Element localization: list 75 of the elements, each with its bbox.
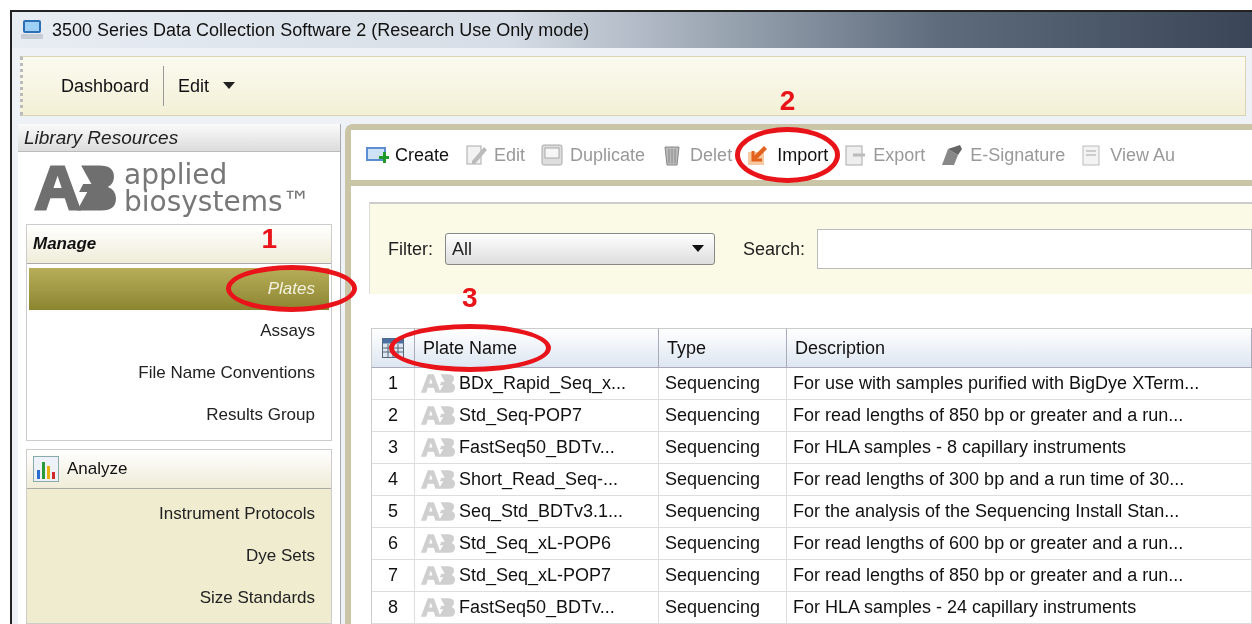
plate-name: BDx_Rapid_Seq_x... xyxy=(459,373,627,394)
section-title: Analyze xyxy=(67,459,128,479)
table-cell: Sequencing xyxy=(659,560,787,592)
row-number: 4 xyxy=(371,464,415,496)
logo-icon xyxy=(421,470,455,489)
bar-chart-icon xyxy=(33,456,59,482)
panel-title: Library Resources xyxy=(18,124,340,153)
caret-icon xyxy=(692,245,704,253)
export-icon xyxy=(843,143,868,167)
table-cell: Sequencing xyxy=(659,528,787,560)
table-cell: Sequencing xyxy=(659,496,787,528)
caret-icon xyxy=(223,82,236,90)
table-cell: For read lengths of 300 bp and a run time of 30... xyxy=(787,464,1252,496)
table-cell: Sequencing xyxy=(659,592,787,624)
nav-item[interactable]: Dye Sets xyxy=(29,535,329,577)
logo-text: applied biosystems™ xyxy=(124,161,311,216)
plate-name: FastSeq50_BDTv... xyxy=(459,437,615,458)
table-cell: Sequencing xyxy=(659,368,787,400)
menu-button[interactable]: Dashboard xyxy=(47,66,164,106)
table-cell: For HLA samples - 8 capillary instruments xyxy=(787,432,1252,464)
row-number: 2 xyxy=(371,400,415,432)
callout-number: 2 xyxy=(779,87,796,115)
pencil-icon xyxy=(464,143,489,167)
search-label: Search: xyxy=(743,238,806,260)
nav-item[interactable]: Assays xyxy=(29,310,329,352)
menu-button[interactable]: Edit xyxy=(164,66,250,106)
logo-icon xyxy=(421,438,455,457)
column-header[interactable]: Type xyxy=(659,328,787,368)
plate-name: Seq_Std_BDTv3.1... xyxy=(459,501,624,522)
logo-icon xyxy=(421,566,455,585)
table-cell: For use with samples purified with BigDye XTerm... xyxy=(787,368,1252,400)
logo-icon xyxy=(421,502,455,521)
app-icon xyxy=(20,19,44,41)
column-header[interactable]: Plate Name xyxy=(415,328,659,368)
plate-name: Std_Seq_xL-POP6 xyxy=(459,533,612,554)
row-number: 1 xyxy=(371,368,415,400)
toolbar-button[interactable]: Create xyxy=(365,143,450,167)
table-cell: For read lengths of 600 bp or greater and a run... xyxy=(787,528,1252,560)
plate-name: Std_Seq_xL-POP7 xyxy=(459,565,612,586)
table-cell: For read lengths of 850 bp or greater and a run... xyxy=(787,400,1252,432)
logo-icon xyxy=(34,165,116,212)
row-number: 3 xyxy=(371,432,415,464)
row-number: 8 xyxy=(371,592,415,624)
search-field[interactable] xyxy=(817,229,1252,269)
table-cell: Sequencing xyxy=(659,464,787,496)
logo-icon xyxy=(421,406,455,425)
logo-icon xyxy=(421,598,455,617)
toolbar-button[interactable]: Import xyxy=(747,143,829,167)
table-cell: For read lengths of 850 bp or greater and a run... xyxy=(787,560,1252,592)
table-cell: For HLA samples - 24 capillary instruments xyxy=(787,592,1252,624)
filter-dropdown[interactable]: All xyxy=(445,233,715,265)
row-number: 5 xyxy=(371,496,415,528)
nav-item[interactable]: File Name Conventions xyxy=(29,352,329,394)
plate-name: Short_Read_Seq-... xyxy=(459,469,619,490)
table-cell: For the analysis of the Sequencing Install Stan... xyxy=(787,496,1252,528)
callout-number: 3 xyxy=(462,283,478,312)
nav-item[interactable]: Size Standards xyxy=(29,577,329,619)
row-number: 6 xyxy=(371,528,415,560)
table-cell: Sequencing xyxy=(659,400,787,432)
section-header[interactable]: Analyze xyxy=(27,450,331,489)
callout-number: 1 xyxy=(261,225,277,253)
row-number: 7 xyxy=(371,560,415,592)
filter-label: Filter: xyxy=(388,238,433,260)
nav-item[interactable]: Instrument Protocols xyxy=(29,493,329,535)
column-header[interactable]: Description xyxy=(787,328,1252,368)
window-title: 3500 Series Data Collection Software 2 (Research Use Only mode) xyxy=(52,19,590,41)
table-cell: Sequencing xyxy=(659,432,787,464)
pen-icon xyxy=(940,143,965,167)
logo-icon xyxy=(421,534,455,553)
logo-icon xyxy=(421,374,455,393)
section-title: Manage xyxy=(33,234,97,254)
plate-name: FastSeq50_BDTv... xyxy=(459,597,615,618)
nav-item[interactable]: Results Group xyxy=(29,394,329,436)
duplicate-icon xyxy=(540,143,565,167)
plate-name: Std_Seq-POP7 xyxy=(459,405,583,426)
